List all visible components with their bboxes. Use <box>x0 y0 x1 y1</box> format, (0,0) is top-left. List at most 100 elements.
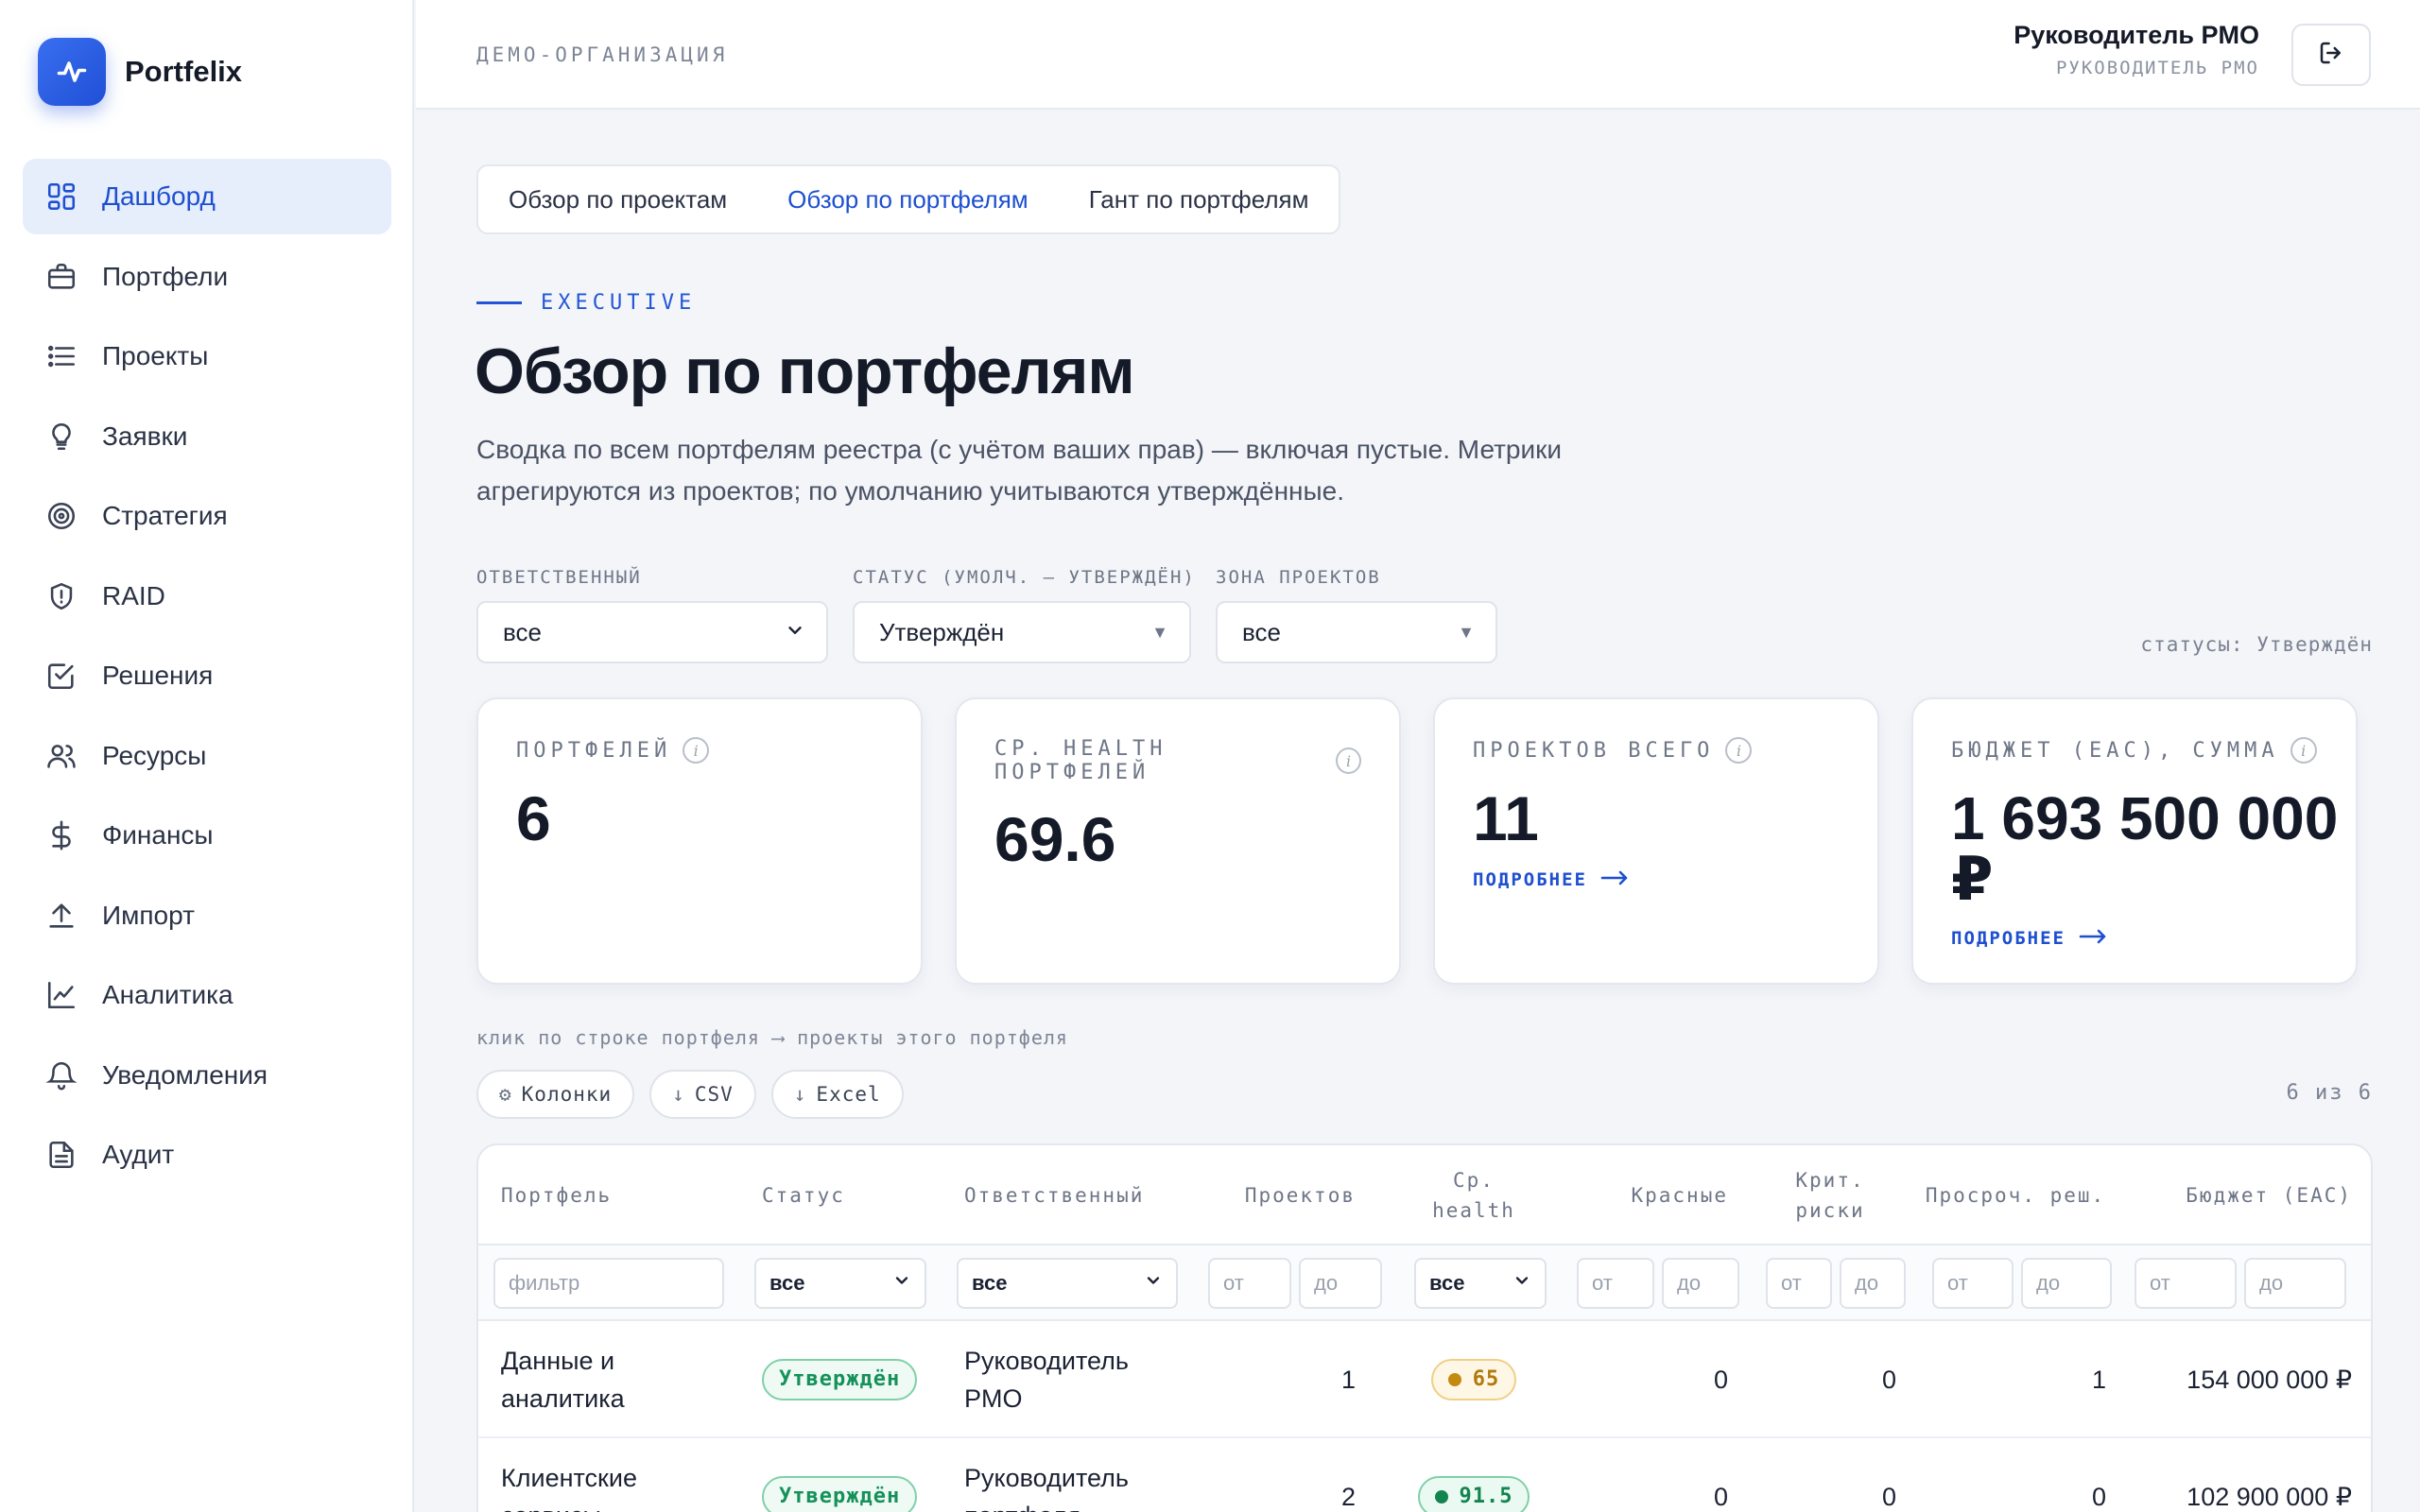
owner-filter-label: ОТВЕТСТВЕННЫЙ <box>476 567 642 588</box>
owner-column-select-value: все <box>972 1271 1008 1295</box>
portfolio-filter-input[interactable]: фильтр <box>493 1258 724 1309</box>
red-to-input[interactable]: до <box>1662 1258 1739 1309</box>
risks-from-input[interactable]: от <box>1766 1258 1832 1309</box>
owner-name-line: Руководитель <box>964 1464 1129 1492</box>
kpi-label: СР. HEALTH ПОРТФЕЛЕЙ i <box>994 737 1361 784</box>
columns-button-label: Колонки <box>521 1083 613 1106</box>
chevron-down-icon <box>892 1271 911 1296</box>
col-header-owner[interactable]: Ответственный <box>964 1145 1172 1246</box>
health-value: 65 <box>1472 1367 1500 1391</box>
col-header-status[interactable]: Статус <box>762 1145 904 1246</box>
sidebar-item-finance[interactable]: Финансы <box>23 798 391 873</box>
health-dot <box>1447 1373 1461 1386</box>
sidebar-item-analytics[interactable]: Аналитика <box>23 957 391 1033</box>
portfolio-name-line: сервисы <box>501 1497 637 1512</box>
sidebar-item-raid[interactable]: RAID <box>23 558 391 634</box>
sidebar-item-requests[interactable]: Заявки <box>23 399 391 474</box>
kpi-value: 69.6 <box>994 804 1116 874</box>
eyebrow: EXECUTIVE <box>476 291 696 315</box>
sidebar-item-label: Уведомления <box>102 1059 268 1090</box>
sidebar-item-label: Портфели <box>102 261 229 291</box>
owner-select[interactable]: все <box>476 601 828 663</box>
table-row[interactable]: Данные и аналитика Утверждён Руководитель… <box>478 1321 2371 1438</box>
status-column-select[interactable]: все <box>754 1258 926 1309</box>
sidebar-item-dashboard[interactable]: Дашборд <box>23 159 391 234</box>
tab-portfolios-overview[interactable]: Обзор по портфелям <box>787 185 1028 215</box>
user-name: Руководитель PMO <box>2014 21 2259 49</box>
sidebar-item-decisions[interactable]: Решения <box>23 638 391 713</box>
health-column-select-value: все <box>1429 1271 1465 1295</box>
cell-health: 91.5 <box>1405 1438 1543 1512</box>
bell-icon <box>45 1059 78 1091</box>
dashboard-icon <box>45 180 78 213</box>
col-header-red[interactable]: Красные <box>1575 1145 1728 1246</box>
kpi-value: 11 <box>1473 783 1539 853</box>
sidebar-item-label: Решения <box>102 661 214 690</box>
brand-name: Portfelix <box>125 55 243 88</box>
overdue-from-input[interactable]: от <box>1932 1258 2014 1309</box>
col-header-projects[interactable]: Проектов <box>1197 1145 1356 1246</box>
sidebar-item-resources[interactable]: Ресурсы <box>23 718 391 794</box>
sidebar-item-projects[interactable]: Проекты <box>23 318 391 394</box>
chart-icon <box>45 979 78 1011</box>
kpi-details-link[interactable]: ПОДРОБНЕЕ <box>1473 869 1840 890</box>
cell-health: 65 <box>1405 1321 1543 1438</box>
sidebar-item-import[interactable]: Импорт <box>23 878 391 954</box>
kpi-details-link[interactable]: ПОДРОБНЕЕ <box>1951 928 2318 949</box>
col-header-crit-risks[interactable]: Крит. риски <box>1764 1145 1896 1246</box>
sidebar-item-strategy[interactable]: Стратегия <box>23 478 391 554</box>
col-header-budget[interactable]: Бюджет (EAC) <box>2123 1145 2352 1246</box>
owner-name-line: портфеля <box>964 1497 1129 1512</box>
list-icon <box>45 340 78 372</box>
col-header-portfolio[interactable]: Портфель <box>501 1145 718 1246</box>
sidebar-item-label: Стратегия <box>102 501 228 530</box>
projects-from-input[interactable]: от <box>1208 1258 1291 1309</box>
table-row[interactable]: Клиентские сервисы Утверждён Руководитель… <box>478 1438 2371 1512</box>
overdue-to-input[interactable]: до <box>2021 1258 2112 1309</box>
chevron-down-icon <box>1512 1271 1531 1296</box>
logout-button[interactable] <box>2291 24 2371 86</box>
sidebar-item-portfolios[interactable]: Портфели <box>23 239 391 315</box>
col-header-overdue[interactable]: Просроч. реш. <box>1925 1145 2106 1246</box>
risks-to-input[interactable]: до <box>1840 1258 1906 1309</box>
columns-button[interactable]: ⚙ Колонки <box>476 1070 635 1119</box>
caret-down-icon: ▼ <box>1458 622 1475 642</box>
portfolio-name-line: Клиентские <box>501 1464 637 1492</box>
status-select-value: Утверждён <box>879 617 1005 646</box>
tab-projects-overview[interactable]: Обзор по проектам <box>509 185 727 215</box>
info-icon[interactable]: i <box>1725 737 1753 764</box>
col-header-health[interactable]: Ср. health <box>1405 1145 1543 1246</box>
cell-status: Утверждён <box>762 1438 951 1512</box>
tab-portfolio-gantt[interactable]: Гант по портфелям <box>1089 185 1309 215</box>
arrow-right-icon <box>1600 869 1629 890</box>
kpi-label: ПРОЕКТОВ ВСЕГО i <box>1473 737 1840 764</box>
status-select[interactable]: Утверждён ▼ <box>853 601 1191 663</box>
excel-export-button[interactable]: ↓ Excel <box>770 1070 904 1119</box>
zone-filter-label: ЗОНА ПРОЕКТОВ <box>1216 567 1381 588</box>
projects-to-input[interactable]: до <box>1299 1258 1382 1309</box>
kpi-projects-total: ПРОЕКТОВ ВСЕГО i 11 ПОДРОБНЕЕ <box>1433 697 1879 985</box>
info-icon[interactable]: i <box>683 737 710 764</box>
sidebar-item-label: Проекты <box>102 341 209 370</box>
owner-column-select[interactable]: все <box>957 1258 1178 1309</box>
budget-to-input[interactable]: до <box>2244 1258 2346 1309</box>
red-from-input[interactable]: от <box>1577 1258 1654 1309</box>
health-column-select[interactable]: все <box>1414 1258 1547 1309</box>
target-icon <box>45 500 78 532</box>
sidebar-item-audit[interactable]: Аудит <box>23 1117 391 1193</box>
top-header: ДЕМО-ОРГАНИЗАЦИЯ Руководитель PMO РУКОВО… <box>416 0 2420 110</box>
gear-icon: ⚙ <box>499 1083 512 1106</box>
zone-select[interactable]: все ▼ <box>1216 601 1497 663</box>
budget-from-input[interactable]: от <box>2135 1258 2237 1309</box>
info-icon[interactable]: i <box>2290 737 2317 764</box>
kpi-budget-total: БЮДЖЕТ (EAC), СУММА i 1 693 500 000 ₽ ПО… <box>1911 697 2358 985</box>
table-hint: клик по строке портфеля ⟶ проекты этого … <box>476 1026 1068 1049</box>
view-tabs: Обзор по проектам Обзор по портфелям Ган… <box>476 164 1341 234</box>
dollar-icon <box>45 819 78 851</box>
csv-export-button[interactable]: ↓ CSV <box>649 1070 756 1119</box>
sidebar-item-notifications[interactable]: Уведомления <box>23 1038 391 1113</box>
table-toolbar: ⚙ Колонки ↓ CSV ↓ Excel <box>476 1070 919 1119</box>
info-icon[interactable]: i <box>1336 747 1361 774</box>
brand[interactable]: Portfelix <box>38 38 242 106</box>
sidebar-item-label: Финансы <box>102 820 214 850</box>
